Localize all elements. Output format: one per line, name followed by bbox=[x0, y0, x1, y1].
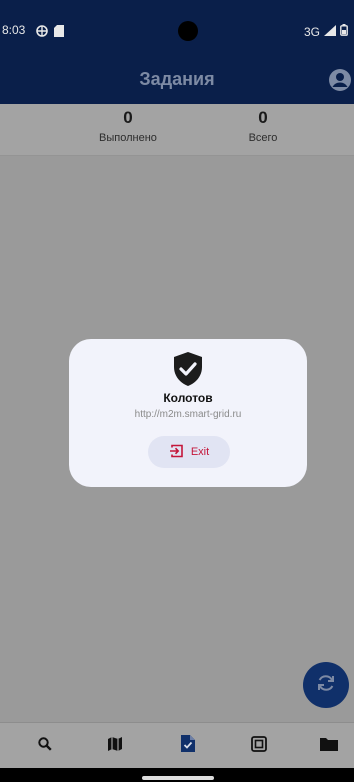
logout-icon bbox=[169, 443, 185, 462]
status-row: 8:03 3G bbox=[0, 20, 354, 42]
app-bar: Задания bbox=[0, 58, 354, 104]
account-icon[interactable] bbox=[328, 68, 352, 97]
system-navigation-bar bbox=[0, 768, 354, 782]
stat-total-label: Всего bbox=[248, 132, 278, 144]
search-icon bbox=[38, 736, 52, 756]
exit-button[interactable]: Exit bbox=[148, 436, 230, 468]
dialog-server-url: http://m2m.smart-grid.ru bbox=[134, 409, 242, 420]
home-indicator[interactable] bbox=[142, 776, 214, 780]
sd-card-icon bbox=[54, 24, 64, 42]
meter-icon bbox=[251, 735, 267, 757]
page-title: Задания bbox=[139, 69, 215, 89]
stat-done-value: 0 bbox=[123, 108, 133, 127]
dialog-user-name: Колотов bbox=[163, 391, 213, 405]
folder-icon bbox=[320, 737, 338, 756]
stat-done-label: Выполнено bbox=[99, 132, 157, 144]
signal-icon bbox=[324, 23, 336, 41]
status-right: 3G bbox=[304, 23, 348, 41]
task-check-icon bbox=[181, 735, 195, 757]
sync-button[interactable] bbox=[303, 662, 349, 708]
nav-folder[interactable] bbox=[317, 734, 341, 758]
map-icon bbox=[107, 736, 123, 757]
sync-icon bbox=[315, 672, 337, 699]
exit-button-label: Exit bbox=[190, 446, 210, 458]
bottom-navigation bbox=[0, 722, 354, 768]
account-dialog: Колотов http://m2m.smart-grid.ru Exit bbox=[69, 339, 307, 487]
nav-meter[interactable] bbox=[247, 734, 271, 758]
status-time: 8:03 bbox=[2, 23, 26, 37]
stat-total-value: 0 bbox=[258, 108, 268, 127]
vpn-icon bbox=[36, 24, 48, 42]
nav-map[interactable] bbox=[103, 734, 127, 758]
status-left-icons bbox=[36, 24, 64, 42]
nav-tasks[interactable] bbox=[176, 734, 200, 758]
battery-icon bbox=[340, 23, 348, 41]
network-type: 3G bbox=[303, 25, 320, 39]
stats-panel: 0 Выполнено 0 Всего bbox=[0, 104, 354, 156]
status-bar: 8:03 3G bbox=[0, 0, 354, 58]
camera-cutout bbox=[178, 21, 198, 41]
shield-check-icon bbox=[172, 351, 204, 392]
stat-total: 0 Всего bbox=[213, 108, 313, 144]
stat-done: 0 Выполнено bbox=[78, 108, 178, 144]
nav-search[interactable] bbox=[33, 734, 57, 758]
